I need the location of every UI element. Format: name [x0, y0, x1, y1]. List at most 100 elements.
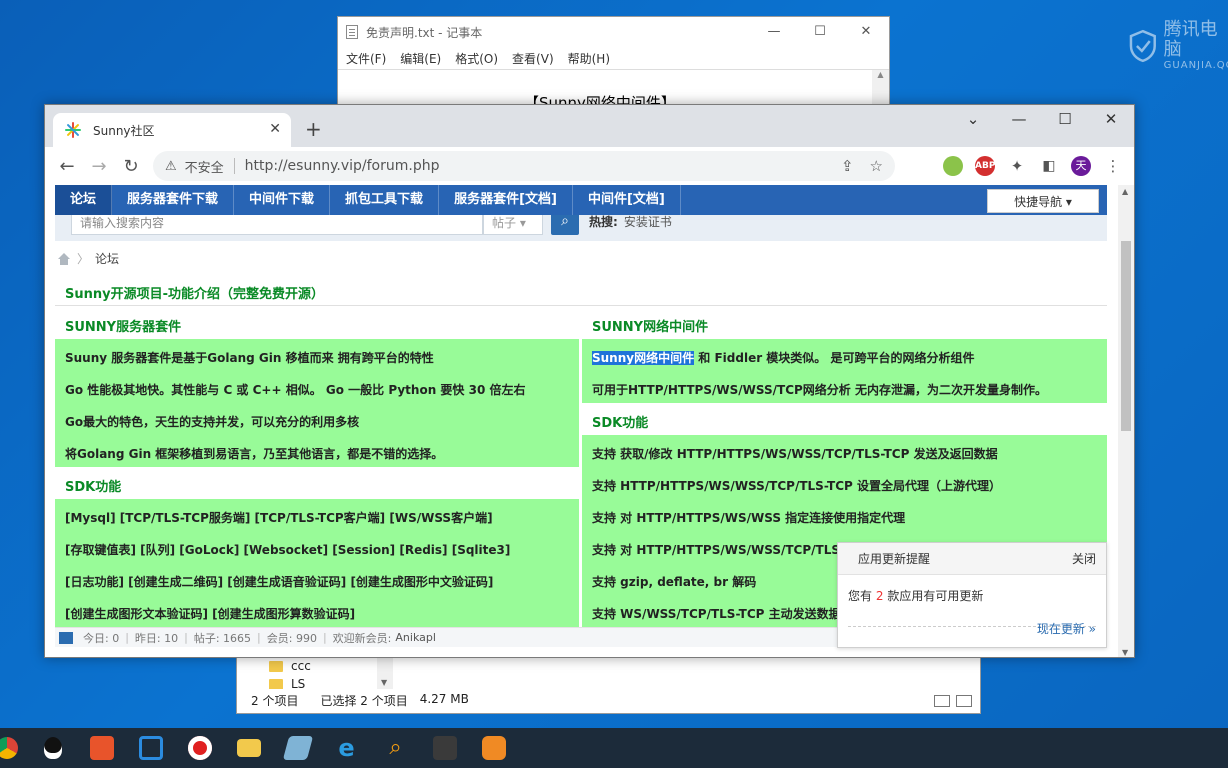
taskbar-app-ship[interactable] — [420, 728, 469, 768]
taskbar-file-explorer[interactable] — [224, 728, 273, 768]
scroll-up-icon[interactable]: ▲ — [1122, 187, 1128, 196]
taskbar-app-orange[interactable] — [77, 728, 126, 768]
close-button[interactable]: ✕ — [1088, 105, 1134, 133]
item-count: 2 个项目 — [251, 693, 299, 708]
list-item: 支持 WS/WSS/TCP/TLS-TCP 主动发送数据 — [592, 607, 841, 621]
home-icon[interactable] — [57, 252, 71, 265]
record-icon — [187, 736, 212, 760]
menu-format[interactable]: 格式(O) — [455, 50, 498, 67]
popup-msg-suffix: 款应用有可用更新 — [887, 589, 984, 603]
list-item: Sunny网络中间件 和 Fiddler 模块类似。 是可跨平台的网络分析组件 — [592, 349, 974, 366]
menu-view[interactable]: 查看(V) — [512, 50, 554, 67]
address-bar[interactable]: ⚠ 不安全 http://esunny.vip/forum.php ⇪ ☆ — [153, 151, 895, 181]
list-item: 支持 gzip, deflate, br 解码 — [592, 575, 757, 589]
taskbar-qq[interactable] — [28, 728, 77, 768]
divider: | — [125, 631, 129, 644]
taskbar-search-tool[interactable]: ⌕ — [371, 728, 420, 768]
notepad-window[interactable]: 免责声明.txt - 记事本 — ☐ ✕ 文件(F) 编辑(E) 格式(O) 查… — [337, 16, 890, 112]
tab-search-chevron-icon[interactable]: ⌄ — [950, 105, 996, 133]
taskbar-app-blue[interactable] — [273, 728, 322, 768]
menu-kebab-icon[interactable]: ⋮ — [1103, 156, 1123, 176]
reload-button[interactable]: ↻ — [115, 156, 147, 177]
extension-green-icon[interactable] — [943, 156, 963, 176]
tab-sunny[interactable]: Sunny社区 ✕ — [53, 113, 291, 147]
tab-close-icon[interactable]: ✕ — [269, 121, 281, 137]
left-column-heading: SUNNY服务器套件 — [65, 320, 182, 335]
new-member-link[interactable]: Anikapl — [395, 631, 436, 644]
taskbar-chrome[interactable] — [0, 728, 28, 768]
chrome-icon — [0, 737, 18, 759]
minimize-button[interactable]: — — [751, 17, 797, 47]
search-type-label: 帖子 — [492, 216, 517, 230]
menu-help[interactable]: 帮助(H) — [568, 50, 610, 67]
extensions-puzzle-icon[interactable]: ✦ — [1007, 156, 1027, 176]
minimize-button[interactable]: — — [996, 105, 1042, 133]
list-item[interactable]: ccc — [269, 659, 311, 673]
favicon-icon — [65, 122, 81, 138]
taskbar-app-windows[interactable] — [126, 728, 175, 768]
internet-explorer-icon: e — [338, 734, 355, 762]
maximize-button[interactable]: ☐ — [1042, 105, 1088, 133]
selected-size: 4.27 MB — [419, 691, 469, 706]
close-button[interactable]: ✕ — [843, 17, 889, 47]
right-sdk-heading: SDK功能 — [592, 416, 649, 431]
nav-middleware-docs[interactable]: 中间件[文档] — [573, 185, 681, 215]
share-icon[interactable]: ⇪ — [841, 157, 854, 175]
nav-capture-tool-download[interactable]: 抓包工具下载 — [330, 185, 440, 215]
scroll-down-icon[interactable]: ▼ — [1122, 648, 1128, 657]
right-column-heading: SUNNY网络中间件 — [592, 320, 709, 335]
folder-icon — [269, 660, 283, 672]
selected-count: 已选择 2 个项目 — [320, 693, 408, 708]
notes-icon — [282, 736, 313, 760]
security-label[interactable]: 不安全 — [185, 157, 224, 176]
magnifier-icon: ⌕ — [389, 735, 402, 760]
breadcrumb: 〉 论坛 — [57, 250, 119, 267]
selected-text[interactable]: Sunny网络中间件 — [592, 351, 695, 365]
list-item: 支持 对 HTTP/HTTPS/WS/WSS/TCP/TLS- — [592, 543, 845, 557]
nav-forum[interactable]: 论坛 — [55, 185, 113, 215]
hot-tag-link[interactable]: 安装证书 — [624, 215, 672, 229]
side-panel-icon[interactable]: ◧ — [1039, 156, 1059, 176]
details-view-icon[interactable] — [934, 695, 950, 707]
list-item: [存取键值表] [队列] [GoLock] [Websocket] [Sessi… — [65, 543, 511, 557]
taskbar-recorder[interactable] — [175, 728, 224, 768]
notepad-icon — [346, 25, 358, 39]
update-count: 2 — [875, 589, 884, 603]
menu-file[interactable]: 文件(F) — [346, 50, 386, 67]
notepad-titlebar[interactable]: 免责声明.txt - 记事本 — ☐ ✕ — [338, 17, 889, 47]
list-item: Suuny 服务器套件是基于Golang Gin 移植而来 拥有跨平台的特性 — [65, 351, 434, 365]
stat-welcome: 欢迎新会员: — [332, 631, 392, 645]
line-text: 和 Fiddler 模块类似。 是可跨平台的网络分析组件 — [694, 351, 975, 365]
breadcrumb-forum[interactable]: 论坛 — [95, 250, 119, 267]
back-button[interactable]: ← — [51, 156, 83, 177]
nav-server-suite-docs[interactable]: 服务器套件[文档] — [439, 185, 573, 215]
list-item: [日志功能] [创建生成二维码] [创建生成语音验证码] [创建生成图形中文验证… — [65, 575, 494, 589]
page-scrollbar[interactable]: ▲ ▼ — [1118, 185, 1134, 657]
nav-middleware-download[interactable]: 中间件下载 — [234, 185, 331, 215]
gear-icon — [481, 736, 506, 760]
large-icons-view-icon[interactable] — [956, 695, 972, 707]
watermark-subtitle: GUANJIA.QQ — [1163, 60, 1228, 71]
profile-avatar[interactable]: 天 — [1071, 156, 1091, 176]
taskbar-app-gear[interactable] — [469, 728, 518, 768]
maximize-button[interactable]: ☐ — [797, 17, 843, 47]
warning-icon[interactable]: ⚠ — [165, 159, 177, 174]
stat-yesterday: 昨日: 10 — [134, 631, 179, 645]
list-item: [创建生成图形文本验证码] [创建生成图形算数验证码] — [65, 607, 356, 621]
ubuntu-icon — [89, 736, 114, 760]
scrollbar-thumb[interactable] — [1121, 241, 1131, 431]
file-explorer-window[interactable]: ccc LS ▼ 2 个项目 已选择 2 个项目 4.27 MB — [236, 650, 981, 714]
popup-close-button[interactable]: 关闭 — [1072, 550, 1096, 567]
menu-edit[interactable]: 编辑(E) — [400, 50, 441, 67]
nav-server-suite-download[interactable]: 服务器套件下载 — [112, 185, 235, 215]
url-text[interactable]: http://esunny.vip/forum.php — [245, 158, 440, 174]
forward-button[interactable]: → — [83, 156, 115, 177]
adblock-plus-icon[interactable]: ABP — [975, 156, 995, 176]
quick-nav-button[interactable]: 快捷导航 ▾ — [987, 189, 1099, 213]
bookmark-star-icon[interactable]: ☆ — [870, 157, 883, 175]
divider — [55, 305, 1107, 306]
taskbar-ie[interactable]: e — [322, 728, 371, 768]
new-tab-button[interactable]: + — [305, 117, 322, 141]
update-now-link[interactable]: 现在更新 » — [1037, 620, 1096, 637]
popup-title: 应用更新提醒 — [858, 552, 931, 566]
